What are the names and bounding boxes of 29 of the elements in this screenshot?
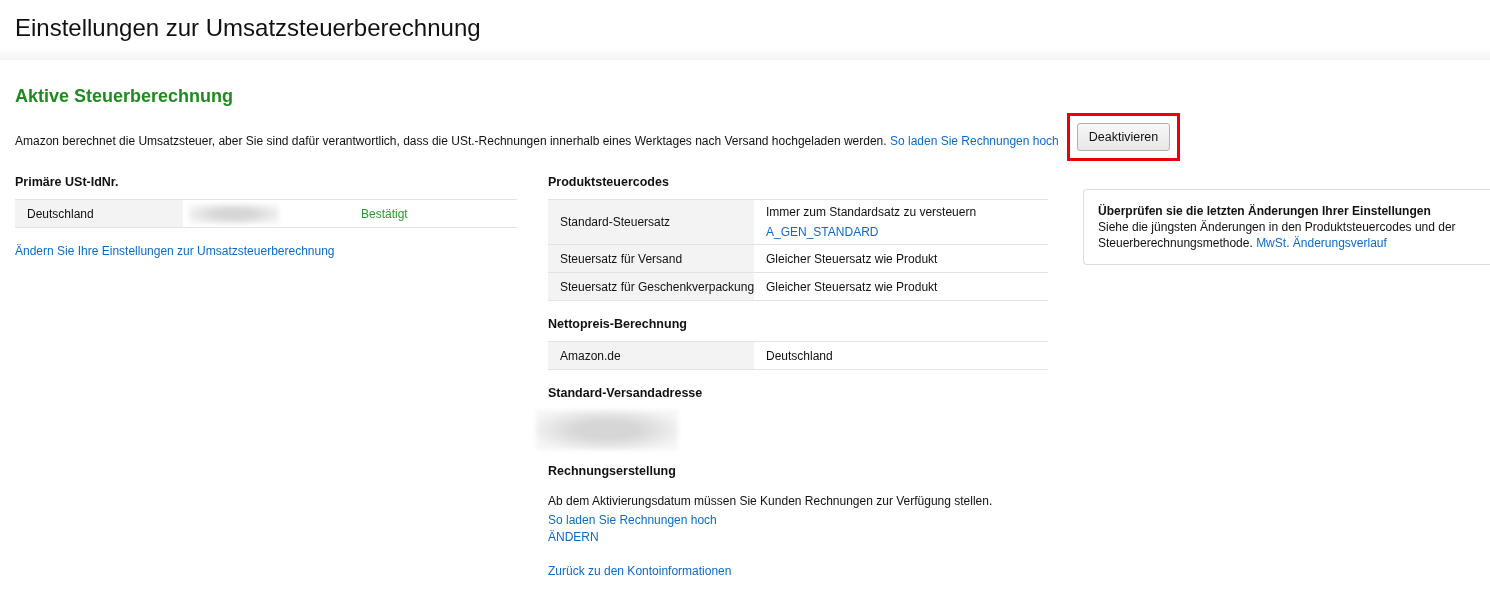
section-heading: Rechnungserstellung bbox=[548, 464, 676, 478]
page-title: Einstellungen zur Umsatzsteuerberechnung bbox=[15, 14, 481, 42]
status-heading: Aktive Steuerberechnung bbox=[15, 86, 234, 107]
notice-text: Amazon berechnet die Umsatzsteuer, aber Sie sind dafür verantwortlich, dass die USt.-Rechnungen innerhalb eines Werktages nach Versand hochgeladen werden. So laden Sie Rechnungen hoch bbox=[15, 132, 1059, 150]
section-heading: Nettopreis-Berechnung bbox=[548, 317, 687, 331]
card-text: Siehe die jüngsten Änderungen in den Produktsteuercodes und der Steuerberechnungsmethode. MwSt. Änderungsverlauf bbox=[1098, 220, 1456, 250]
invoicing-text: Ab dem Aktivierungsdatum müssen Sie Kunden Rechnungen zur Verfügung stellen. So laden Sie Rechnungen hoch bbox=[548, 494, 993, 527]
row-value: Immer zum Standardsatz zu versteuern bbox=[766, 205, 978, 219]
upload-invoices-link[interactable]: So laden Sie Rechnungen hoch bbox=[889, 133, 1059, 148]
section-heading: Primäre USt-IdNr. bbox=[15, 175, 119, 189]
row-value: Gleicher Steuersatz wie Produkt bbox=[766, 279, 939, 294]
row-label: Standard-Steuersatz bbox=[560, 215, 671, 229]
row-value: Deutschland bbox=[766, 348, 834, 363]
row-label: Amazon.de bbox=[560, 348, 621, 363]
upload-invoices-link[interactable]: So laden Sie Rechnungen hoch bbox=[548, 513, 717, 527]
country-cell: Deutschland bbox=[27, 206, 94, 221]
history-link[interactable]: MwSt. Änderungsverlauf bbox=[1256, 236, 1387, 250]
change-link[interactable]: ÄNDERN bbox=[548, 530, 599, 544]
tax-code-link[interactable]: A_GEN_STANDARD bbox=[766, 225, 1036, 239]
row-label: Steuersatz für Versand bbox=[560, 251, 683, 266]
section-heading: Produktsteuercodes bbox=[548, 175, 669, 189]
status-text: Bestätigt bbox=[361, 206, 408, 221]
row-value: Gleicher Steuersatz wie Produkt bbox=[766, 251, 939, 266]
back-link[interactable]: Zurück zu den Kontoinformationen bbox=[548, 564, 732, 578]
card-title: Überprüfen sie die letzten Änderungen Ihrer Einstellungen bbox=[1098, 203, 1431, 219]
row-label: Steuersatz für Geschenkverpackung bbox=[560, 279, 755, 294]
section-heading: Standard-Versandadresse bbox=[548, 386, 703, 400]
change-settings-link[interactable]: Ändern Sie Ihre Einstellungen zur Umsatzsteuerberechnung bbox=[15, 244, 335, 258]
deactivate-button[interactable]: Deaktivieren bbox=[1076, 123, 1171, 151]
